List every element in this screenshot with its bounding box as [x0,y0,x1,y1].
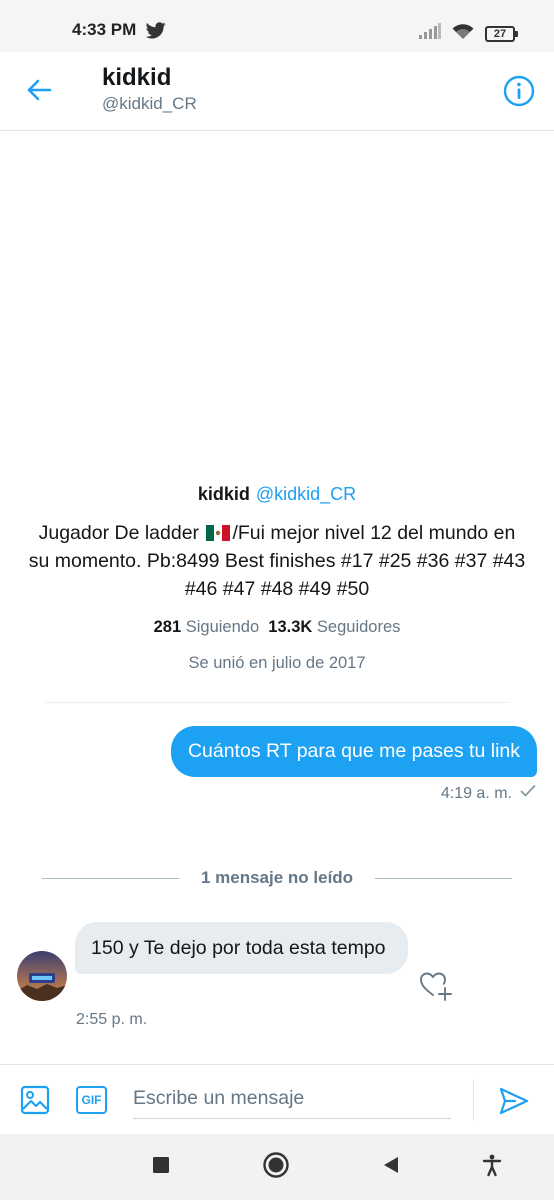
send-icon [498,1087,530,1121]
message-composer: GIF [0,1064,554,1134]
battery-icon: 27 [485,25,518,42]
accessibility-button[interactable] [479,1154,505,1180]
following-label[interactable]: Siguiendo [186,618,259,636]
info-icon [502,75,536,112]
like-button[interactable] [418,968,456,1004]
back-arrow-icon [26,78,52,107]
heart-plus-icon [418,972,456,1008]
sent-message-meta: 4:19 a. m. [441,784,536,803]
unread-divider: 1 mensaje no leído [42,866,513,890]
battery-level: 27 [485,25,515,42]
home-circle-icon [262,1151,290,1184]
received-message-time: 2:55 p. m. [76,1011,148,1028]
followers-count[interactable]: 13.3K [268,618,312,636]
gif-button[interactable]: GIF [76,1086,107,1114]
profile-summary: kidkid @kidkid_CR Jugador De ladder /Fui … [0,484,554,673]
conversation-handle: @kidkid_CR [102,94,197,113]
recents-button[interactable] [148,1154,174,1180]
profile-name: kidkid [197,484,250,504]
back-triangle-icon [381,1155,401,1180]
conversation-title: kidkid [102,64,172,91]
sent-message-time: 4:19 a. m. [440,784,512,802]
received-message-bubble[interactable]: 150 y Te dejo por toda esta tempo [75,922,408,974]
followers-label[interactable]: Seguidores [317,618,400,636]
send-button[interactable] [498,1085,530,1117]
conversation-header: kidkid @kidkid_CR [0,52,554,131]
gif-icon: GIF [81,1093,102,1107]
mexico-flag-icon [206,521,231,541]
image-icon [20,1085,50,1119]
profile-bio: Jugador De ladder /Fui mejor nivel 12 de… [27,519,527,603]
wifi-icon [451,22,475,45]
avatar[interactable] [17,951,67,1001]
status-time: 4:33 PM [72,20,137,39]
home-button[interactable] [263,1151,289,1180]
composer-separator [473,1079,474,1121]
following-count[interactable]: 281 [154,618,182,636]
unread-label: 1 mensaje no leído [200,868,354,887]
twitter-icon [145,22,166,44]
sent-check-icon [520,784,536,803]
profile-handle: @kidkid_CR [255,484,357,504]
bio-text-start: Jugador De ladder [38,522,200,544]
back-button[interactable] [24,77,54,107]
system-back-button[interactable] [378,1154,404,1180]
system-navigation-bar [0,1134,554,1200]
divider-line [375,877,513,879]
divider-line [42,877,179,879]
status-bar: 4:33 PM 27 [0,0,554,52]
recents-square-icon [151,1155,171,1180]
message-input[interactable] [133,1079,451,1119]
profile-stats: 281 Siguiendo 13.3K Seguidores [0,618,554,637]
joined-date: Se unió en julio de 2017 [188,654,366,672]
info-button[interactable] [502,74,536,108]
add-photo-button[interactable] [20,1085,50,1115]
profile-divider [44,702,510,703]
sent-message-bubble[interactable]: Cuántos RT para que me pases tu link [170,726,537,777]
signal-icon [419,23,441,44]
accessibility-icon [480,1153,504,1182]
profile-names[interactable]: kidkid @kidkid_CR [0,484,554,505]
